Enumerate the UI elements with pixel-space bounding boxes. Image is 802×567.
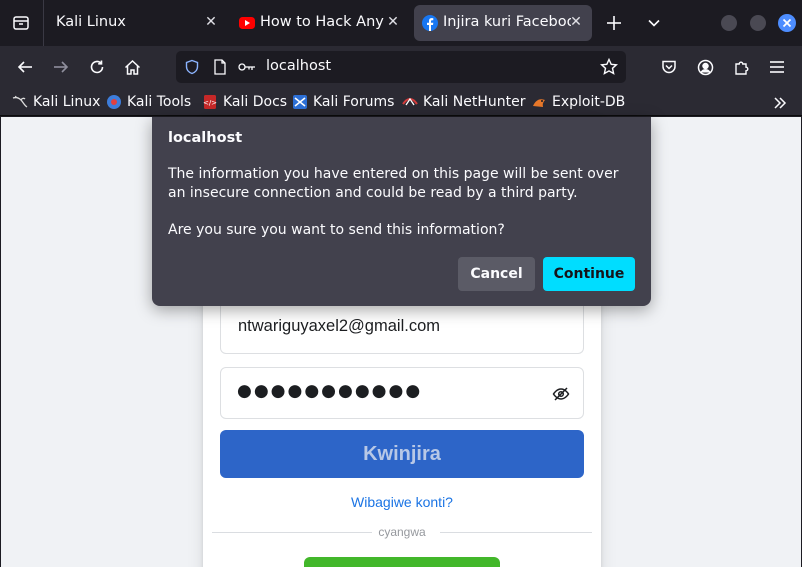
continue-button[interactable]: Continue (543, 257, 635, 291)
create-account-button[interactable] (304, 557, 500, 567)
pocket-button[interactable] (656, 54, 682, 80)
email-field[interactable]: ntwariguyaxel2@gmail.com (220, 302, 584, 354)
account-button[interactable] (692, 54, 718, 80)
tab-injira-facebook[interactable]: Injira kuri Facebook ✕ (414, 5, 592, 41)
tab-strip: Kali Linux ✕ How to Hack Any Ac ✕ Injira… (0, 0, 802, 46)
home-icon (124, 59, 140, 75)
maximize-button[interactable] (750, 15, 766, 31)
bookmark-label: Kali Forums (313, 94, 395, 110)
login-button[interactable]: Kwinjira (220, 430, 584, 478)
bookmark-label: Exploit-DB (552, 94, 626, 110)
plus-icon (607, 16, 621, 30)
app-menu-button[interactable] (764, 54, 790, 80)
youtube-icon (239, 17, 255, 29)
double-chevron-right-icon (774, 97, 787, 109)
extensions-button[interactable] (728, 54, 754, 80)
tab-close-icon[interactable]: ✕ (567, 13, 585, 31)
close-icon (782, 18, 792, 28)
back-button[interactable] (12, 54, 38, 80)
kali-nethunter-icon (402, 94, 418, 110)
cancel-button[interactable]: Cancel (458, 257, 535, 291)
facebook-icon (422, 15, 438, 31)
dialog-title: localhost (168, 130, 243, 146)
password-field[interactable]: ●●●●●●●●●●● (220, 367, 584, 419)
bookmarks-overflow-button[interactable] (770, 94, 790, 112)
bookmark-kali-forums[interactable]: Kali Forums (292, 92, 394, 112)
pocket-icon (662, 60, 676, 74)
bookmark-kali-docs[interactable]: </> Kali Docs (202, 92, 287, 112)
or-separator-label: cyangwa (378, 525, 426, 539)
page-info-icon[interactable] (211, 58, 229, 76)
key-icon[interactable] (238, 58, 256, 76)
firefox-view-button[interactable] (9, 11, 33, 35)
tracking-protection-shield-icon[interactable] (183, 58, 201, 76)
arrow-left-icon (17, 61, 32, 73)
exploit-db-icon (531, 94, 547, 110)
bookmark-kali-tools[interactable]: Kali Tools (106, 92, 191, 112)
bookmark-label: Kali NetHunter (423, 94, 526, 110)
puzzle-icon (734, 61, 748, 75)
bookmark-label: Kali Linux (33, 94, 101, 110)
show-password-button[interactable] (551, 384, 571, 404)
tab-how-to-hack[interactable]: How to Hack Any Ac ✕ (232, 5, 412, 41)
kali-docs-icon: </> (202, 94, 218, 110)
window-close-button[interactable] (778, 14, 796, 32)
bookmark-exploit-db[interactable]: Exploit-DB (531, 92, 625, 112)
account-icon (697, 59, 713, 75)
tab-title: How to Hack Any Ac (260, 14, 388, 30)
chevron-down-icon (648, 19, 660, 27)
bookmark-kali-linux[interactable]: Kali Linux (12, 92, 100, 112)
list-all-tabs-button[interactable] (642, 11, 666, 35)
tab-title: Injira kuri Facebook (443, 14, 571, 30)
url-text[interactable]: localhost (266, 58, 331, 74)
kali-forums-icon (292, 94, 308, 110)
arrow-right-icon (54, 61, 69, 73)
reload-button[interactable] (84, 54, 110, 80)
password-value[interactable]: ●●●●●●●●●●● (237, 381, 422, 401)
kali-tools-icon (106, 94, 122, 110)
tab-title: Kali Linux (56, 14, 126, 30)
dialog-message: The information you have entered on this… (168, 166, 619, 201)
minimize-button[interactable] (721, 15, 737, 31)
tab-kali-linux[interactable]: Kali Linux ✕ (46, 5, 230, 41)
kali-dragon-icon (12, 94, 28, 110)
svg-text:</>: </> (203, 99, 217, 107)
bookmarks-toolbar: Kali Linux Kali Tools </> Kali Docs Kali… (0, 88, 802, 116)
home-button[interactable] (119, 54, 145, 80)
dialog-question: Are you sure you want to send this infor… (168, 222, 505, 238)
bookmark-label: Kali Docs (223, 94, 288, 110)
tab-close-icon[interactable]: ✕ (384, 13, 402, 31)
reload-icon (90, 60, 104, 74)
insecure-form-warning-dialog: localhost The information you have enter… (152, 117, 651, 306)
forgot-account-link[interactable]: Wibagiwe konti? (203, 494, 601, 510)
forward-button[interactable] (48, 54, 74, 80)
hamburger-menu-icon (770, 61, 784, 73)
navigation-toolbar: localhost (0, 46, 802, 88)
email-value[interactable]: ntwariguyaxel2@gmail.com (238, 317, 440, 336)
tab-close-icon[interactable]: ✕ (202, 13, 220, 31)
url-bar[interactable]: localhost (176, 51, 626, 83)
firefox-view-icon (13, 16, 29, 30)
bookmark-kali-nethunter[interactable]: Kali NetHunter (402, 92, 525, 112)
bookmark-label: Kali Tools (127, 94, 192, 110)
eye-slash-icon (552, 387, 570, 401)
new-tab-button[interactable] (602, 11, 626, 35)
bookmark-star-icon[interactable] (600, 58, 618, 76)
tab-separator (43, 0, 44, 46)
